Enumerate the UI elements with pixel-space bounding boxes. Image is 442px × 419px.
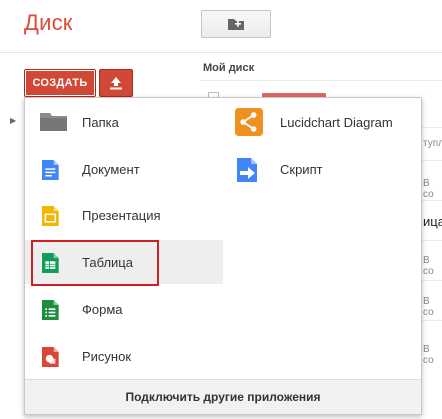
menu-item-presentation[interactable]: Презентация [25,193,223,237]
row-fragment: ицар [423,214,442,229]
presentation-icon [42,206,59,226]
menu-item-drawing[interactable]: Рисунок [25,334,223,378]
script-icon [237,158,257,182]
row-fragment: В со [423,296,434,318]
menu-item-script[interactable]: Скрипт [223,147,421,191]
tree-expand-icon[interactable]: ▶ [10,116,16,125]
breadcrumb: Мой диск [203,62,255,74]
menu-item-form[interactable]: Форма [25,287,223,331]
lucidchart-icon [235,108,263,136]
new-folder-icon [228,19,244,30]
menu-item-label: Папка [82,114,119,130]
folder-icon [40,113,67,131]
create-button[interactable]: СОЗДАТЬ [24,69,96,97]
connect-apps-button[interactable]: Подключить другие приложения [25,379,421,414]
app-title: Диск [24,10,73,35]
selection-highlight-box [31,240,159,286]
create-menu: Папка Документ Презентация Таблица Форма… [24,97,422,415]
upload-icon [110,77,122,90]
form-icon [42,300,59,320]
drawing-icon [42,347,59,367]
row-fragment: В со [423,255,434,277]
header-divider [0,52,442,53]
row-fragment: тупл [423,138,442,149]
row-fragment: В со [423,178,434,200]
menu-item-folder[interactable]: Папка [25,100,223,144]
new-folder-button[interactable] [201,10,271,38]
menu-item-label: Презентация [82,207,161,223]
menu-item-label: Форма [82,301,123,317]
upload-button[interactable] [99,69,133,97]
menu-item-lucidchart[interactable]: Lucidchart Diagram [223,100,421,144]
menu-item-document[interactable]: Документ [25,147,223,191]
list-divider [200,80,442,81]
menu-item-label: Скрипт [280,161,323,177]
document-icon [42,160,59,180]
menu-item-label: Документ [82,161,140,177]
menu-item-label: Рисунок [82,348,132,364]
menu-item-label: Lucidchart Diagram [280,114,393,130]
row-fragment: В со [423,344,434,366]
